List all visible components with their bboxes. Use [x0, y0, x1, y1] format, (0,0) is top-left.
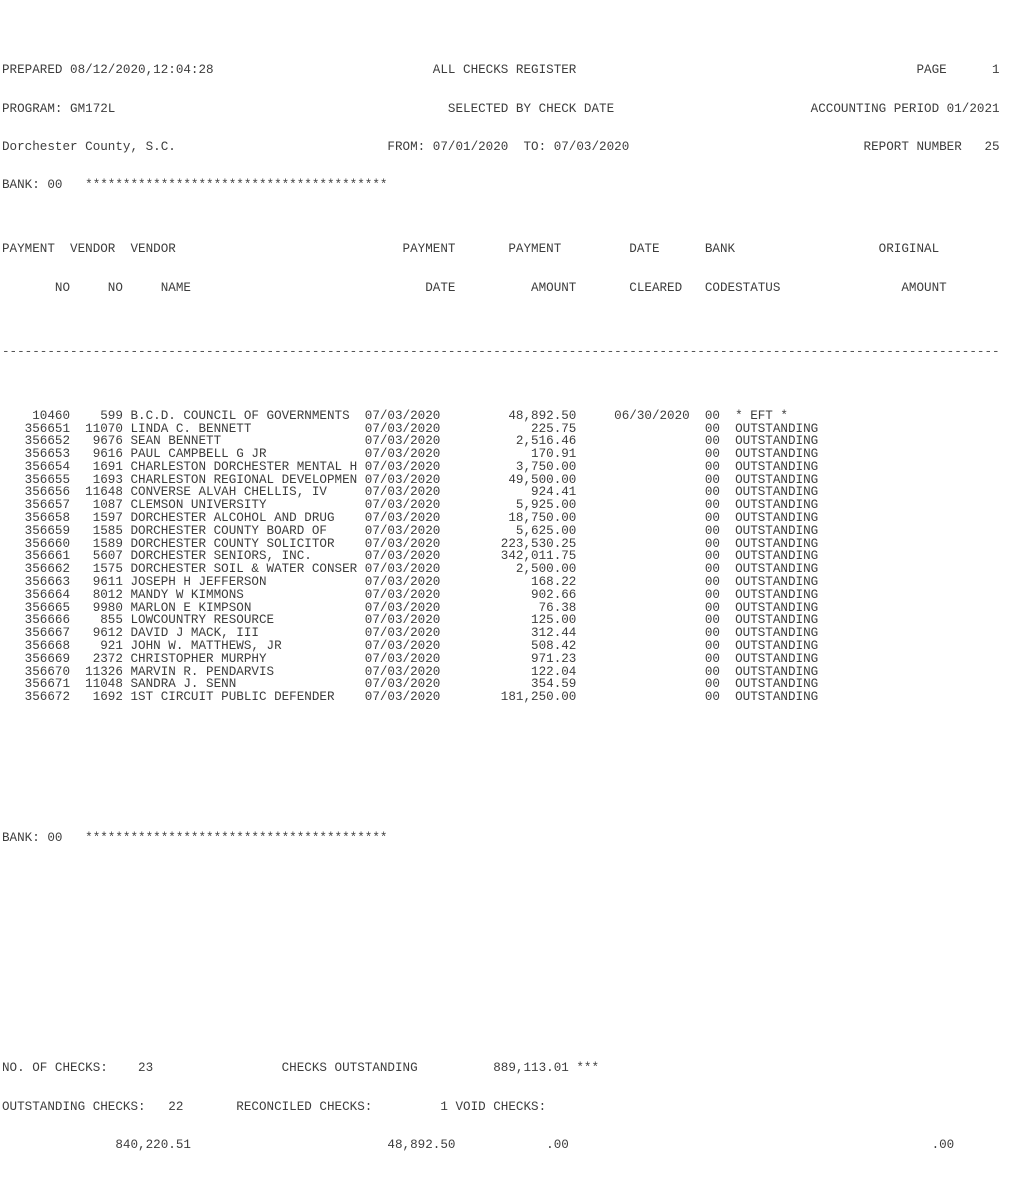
table-row: 356663 9611 JOSEPH H JEFFERSON 07/03/202… — [2, 575, 819, 590]
table-row: 356658 1597 DORCHESTER ALCOHOL AND DRUG … — [2, 511, 819, 526]
bank-header-line: BANK: 00 *******************************… — [2, 178, 388, 193]
bank-footer-line: BANK: 00 *******************************… — [2, 831, 388, 845]
table-row: 356659 1585 DORCHESTER COUNTY BOARD OF 0… — [2, 523, 819, 538]
header-separator-rule: ----------------------------------------… — [2, 344, 1000, 359]
table-row: 356653 9616 PAUL CAMPBELL G JR 07/03/202… — [2, 447, 819, 462]
header-line-entity: Dorchester County, S.C. FROM: 07/01/2020… — [2, 139, 1000, 154]
check-rows: 10460 599 B.C.D. COUNCIL OF GOVERNMENTS … — [2, 408, 1018, 705]
table-row: 356668 921 JOHN W. MATTHEWS, JR 07/03/20… — [2, 639, 819, 654]
table-row: 356664 8012 MANDY W KIMMONS 07/03/2020 9… — [2, 587, 819, 602]
totals-line-1: NO. OF CHECKS: 23 CHECKS OUTSTANDING 889… — [2, 1061, 600, 1076]
table-row: 356672 1692 1ST CIRCUIT PUBLIC DEFENDER … — [2, 690, 819, 705]
table-row: 356654 1691 CHARLESTON DORCHESTER MENTAL… — [2, 459, 819, 474]
column-header-row-2: NO NO NAME DATE AMOUNT CLEARED CODESTATU… — [2, 280, 947, 295]
totals-line-3: 840,220.51 48,892.50 .00 .00 — [2, 1138, 955, 1153]
column-header-row-1: PAYMENT VENDOR VENDOR PAYMENT PAYMENT DA… — [2, 242, 940, 257]
totals-line-2: OUTSTANDING CHECKS: 22 RECONCILED CHECKS… — [2, 1099, 547, 1114]
report-page: PREPARED 08/12/2020,12:04:28 ALL CHECKS … — [2, 13, 1018, 1190]
header-line-prepared: PREPARED 08/12/2020,12:04:28 ALL CHECKS … — [2, 63, 1000, 78]
check-register-report: PREPARED 08/12/2020,12:04:28 ALL CHECKS … — [0, 0, 1020, 1152]
table-row: 356669 2372 CHRISTOPHER MURPHY 07/03/202… — [2, 651, 819, 666]
table-row: 10460 599 B.C.D. COUNCIL OF GOVERNMENTS … — [2, 408, 788, 423]
header-line-program: PROGRAM: GM172L SELECTED BY CHECK DATE A… — [2, 101, 1000, 116]
